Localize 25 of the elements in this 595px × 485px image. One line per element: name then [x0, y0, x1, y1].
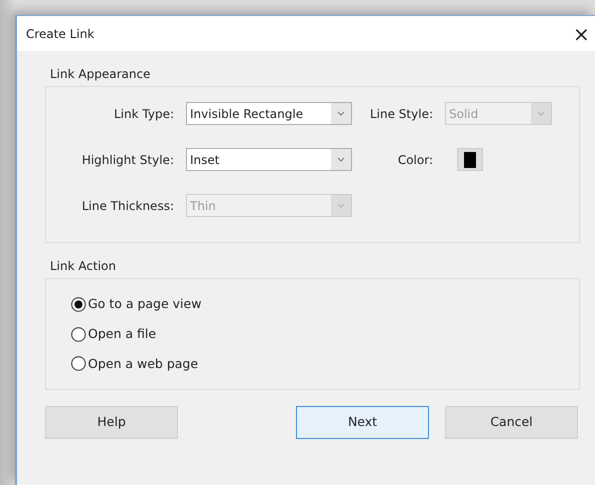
chevron-down-icon — [331, 149, 351, 170]
option-label[interactable]: Go to a page view — [88, 295, 202, 314]
field-label: Highlight Style: — [80, 152, 175, 168]
field-label: Line Style: — [368, 106, 434, 122]
chevron-down-icon — [331, 103, 351, 124]
chevron-down-icon — [331, 195, 351, 216]
option-label[interactable]: Open a web page — [88, 354, 198, 374]
dialog-button[interactable]: Help — [45, 406, 178, 440]
dialog-button[interactable]: Cancel — [445, 406, 578, 440]
radio-button[interactable] — [71, 326, 86, 342]
radio-button[interactable] — [71, 296, 86, 312]
option-label[interactable]: Open a file — [88, 324, 156, 344]
field-label: Color: — [396, 152, 434, 168]
radio-button[interactable] — [71, 356, 86, 372]
dialog-button[interactable]: Next — [296, 406, 429, 440]
close-button[interactable]: × — [573, 24, 595, 44]
group-title: Link Action — [49, 258, 117, 275]
dropdown[interactable]: Invisible Rectangle — [186, 102, 352, 125]
group-title: Link Appearance — [49, 66, 152, 83]
field-label: Link Type: — [113, 106, 175, 122]
color-swatch[interactable] — [457, 148, 483, 171]
field-label: Line Thickness: — [80, 198, 175, 214]
chevron-down-icon — [531, 103, 551, 124]
window-title: Create Link — [26, 26, 94, 42]
dropdown[interactable]: Inset — [186, 148, 352, 171]
